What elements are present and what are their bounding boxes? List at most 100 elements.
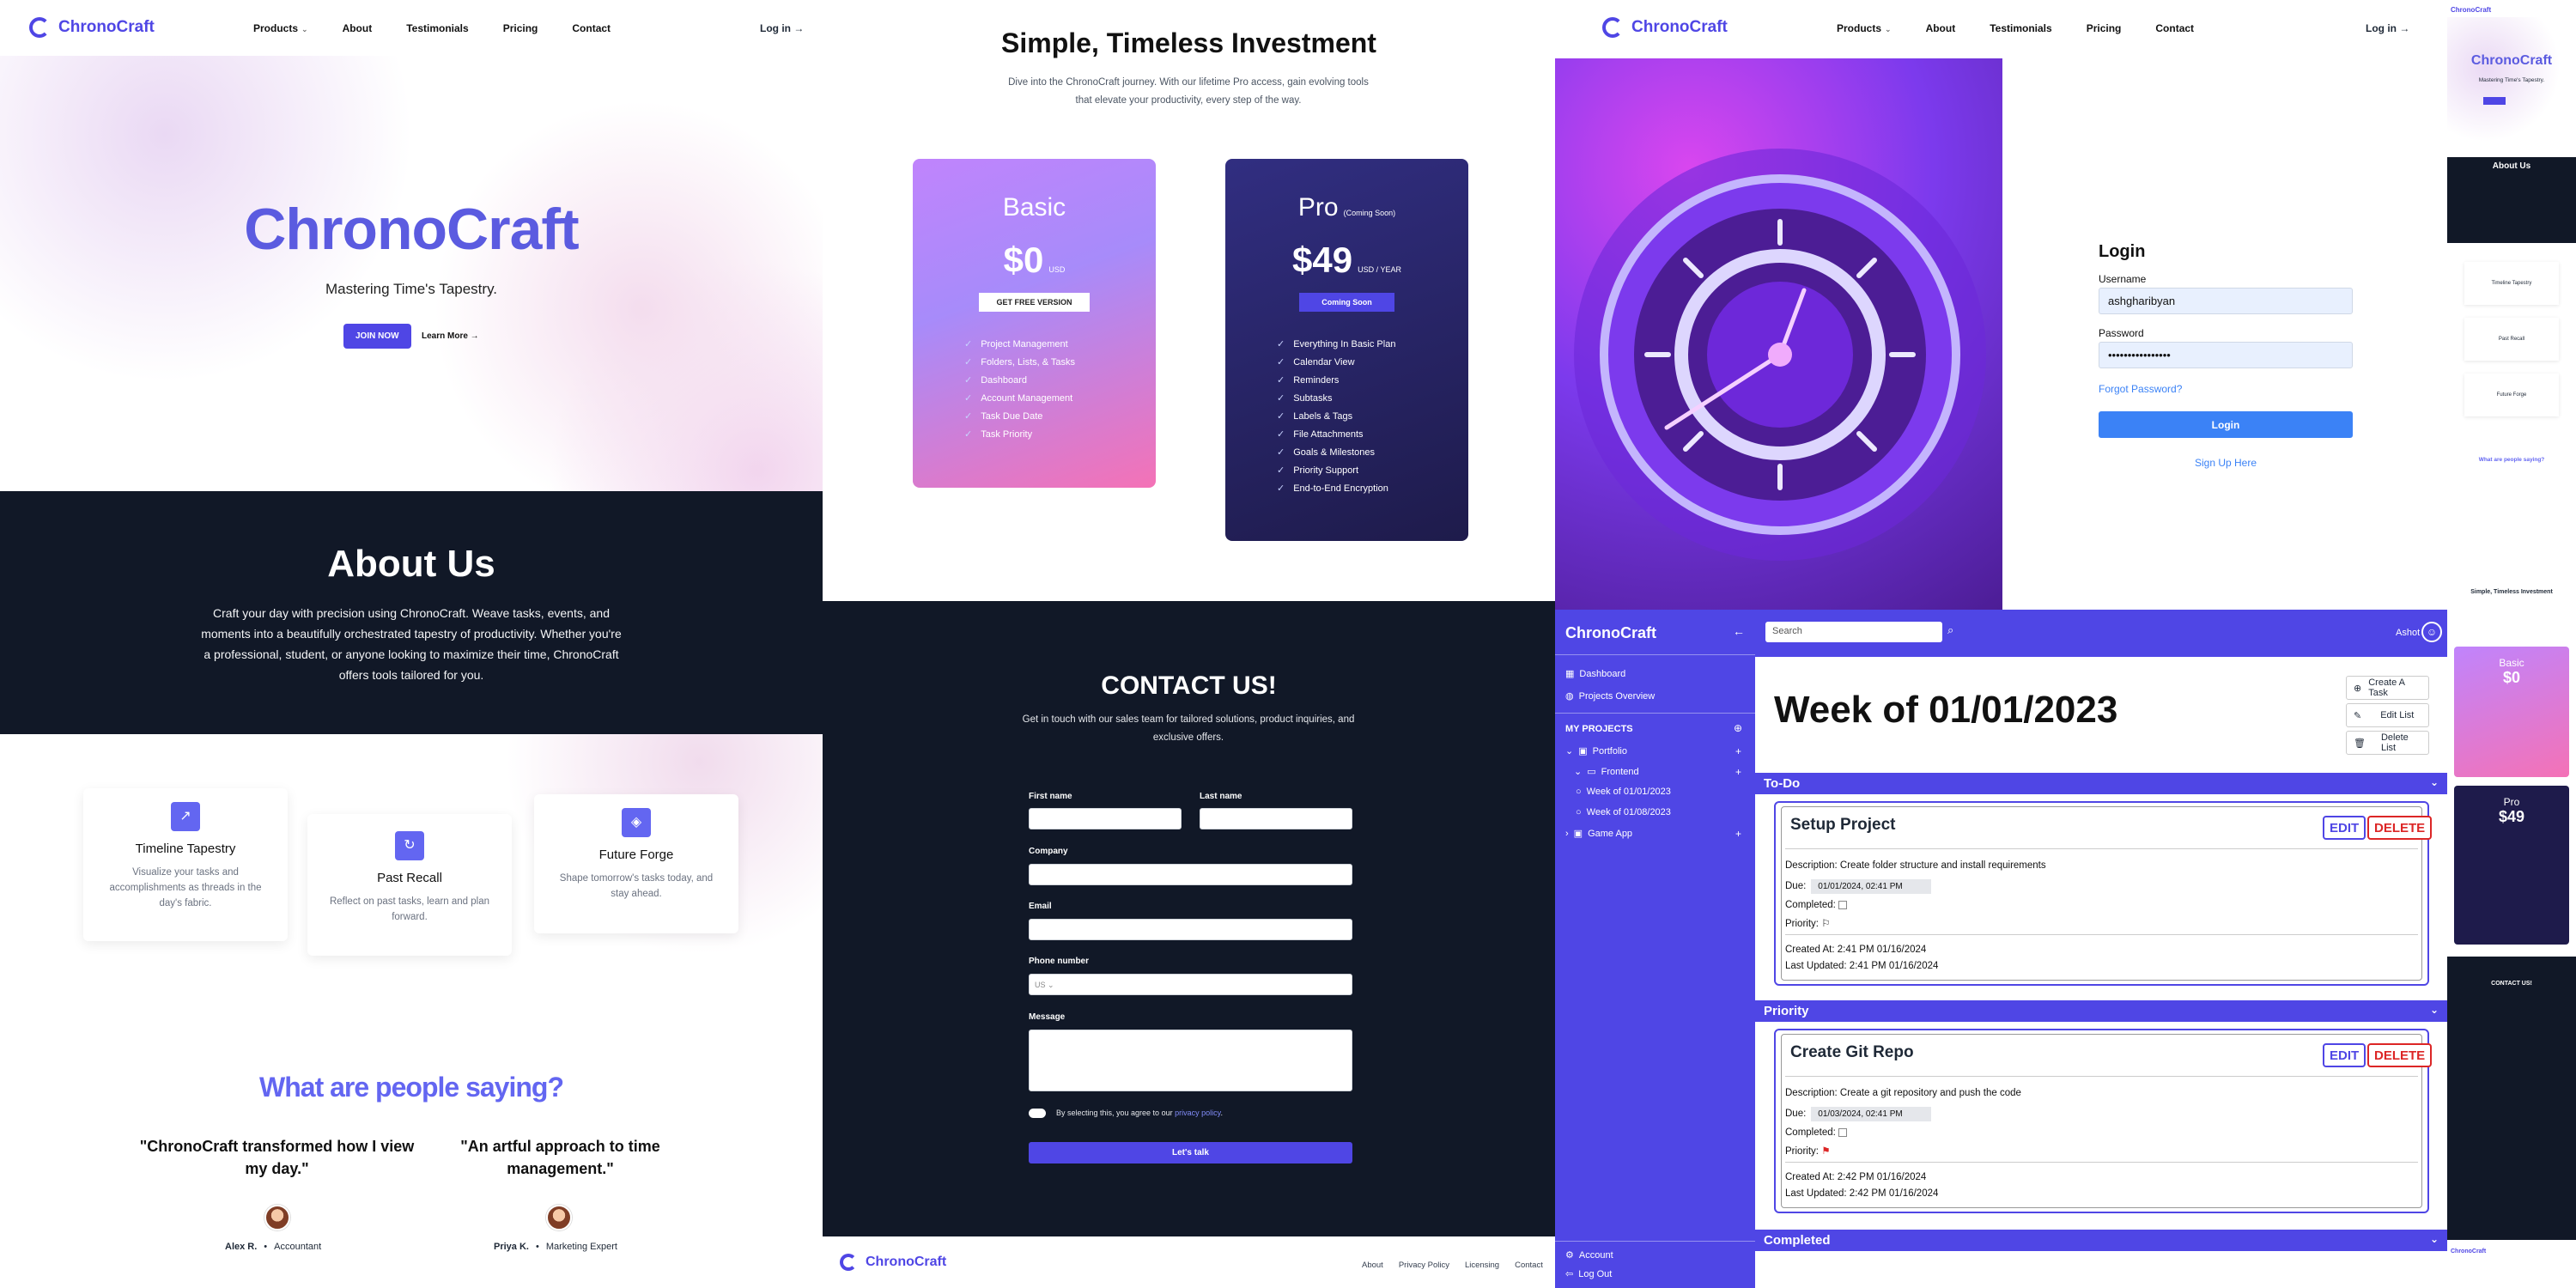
divider (1785, 1162, 2418, 1163)
nav-about[interactable]: About (343, 22, 373, 34)
feature-card: ◈ Future Forge Shape tomorrow's tasks to… (534, 794, 738, 933)
email-input[interactable] (1029, 919, 1352, 940)
task-due: Due: 01/03/2024, 02:41 PM (1785, 1107, 1932, 1121)
search-placeholder: Search (1772, 626, 1802, 636)
completed-label: Completed: (1785, 900, 1836, 910)
collapse-sidebar-icon[interactable]: ← (1733, 624, 1745, 638)
pricing-title: Simple, Timeless Investment (1001, 27, 1376, 58)
password-input[interactable]: •••••••••••••••• (2099, 342, 2353, 368)
brand-logo[interactable]: ChronoCraft (1602, 17, 1728, 38)
sidebar-item-dashboard[interactable]: ▦ Dashboard (1565, 668, 1625, 680)
login-button[interactable]: Login (2099, 411, 2353, 438)
sidebar-item-projects[interactable]: ◍ Projects Overview (1565, 690, 1655, 702)
testimonial-author: Alex R. • Accountant (225, 1242, 321, 1252)
nav-contact[interactable]: Contact (2155, 22, 2194, 34)
flag-icon[interactable]: ⚑ (1821, 1146, 1830, 1157)
nav-testimonials[interactable]: Testimonials (1990, 22, 2051, 34)
add-icon: ⊕ (2354, 683, 2362, 694)
email-label: Email (1029, 902, 1052, 911)
sidebar-item-account[interactable]: ⚙ Account (1565, 1249, 1613, 1261)
search-icon[interactable]: ⌕ (1947, 623, 1953, 637)
edit-task-button[interactable]: EDIT (2323, 1043, 2366, 1067)
signup-link[interactable]: Sign Up Here (2099, 457, 2353, 469)
edit-task-button[interactable]: EDIT (2323, 816, 2366, 840)
mobile-brand[interactable]: ChronoCraft (2451, 6, 2491, 14)
add-project-icon[interactable]: ⊕ (1734, 722, 1742, 734)
nav-pricing[interactable]: Pricing (2087, 22, 2122, 34)
plan-name-text: Pro (1297, 193, 1339, 222)
submit-button[interactable]: Let's talk (1029, 1142, 1352, 1163)
coming-soon-button[interactable]: Coming Soon (1299, 293, 1394, 312)
section-completed[interactable]: Completed ⌄ (1755, 1230, 2447, 1251)
get-free-button[interactable]: GET FREE VERSION (979, 293, 1090, 312)
brand-logo[interactable]: ChronoCraft (29, 17, 155, 38)
sidebar-item-portfolio[interactable]: ⌄ ▣ Portfolio (1565, 745, 1627, 757)
country-select[interactable]: US (1035, 981, 1046, 989)
delete-task-button[interactable]: DELETE (2367, 816, 2433, 840)
login-panel: ChronoCraft Products ⌄ About Testimonials… (1555, 0, 2447, 610)
learn-more-link[interactable]: Learn More → (422, 331, 479, 341)
sidebar-item-game[interactable]: › ▣ Game App (1565, 828, 1632, 840)
edit-list-button[interactable]: ✎ Edit List (2346, 703, 2429, 727)
mobile-join-button[interactable] (2483, 97, 2506, 105)
logout-icon: ⇦ (1565, 1269, 1574, 1279)
join-now-button[interactable]: JOIN NOW (343, 324, 411, 349)
due-date-input[interactable]: 01/01/2024, 02:41 PM (1811, 879, 1932, 894)
logo-icon (840, 1254, 857, 1271)
task-title: Setup Project (1790, 816, 1896, 834)
mobile-footer-brand[interactable]: ChronoCraft (2451, 1249, 2486, 1255)
nav-products[interactable]: Products ⌄ (253, 22, 308, 34)
sidebar-item-logout[interactable]: ⇦ Log Out (1565, 1268, 1612, 1280)
privacy-toggle[interactable] (1029, 1109, 1046, 1118)
feature-item: File Attachments (1277, 426, 1417, 444)
search-input[interactable]: Search (1765, 622, 1942, 642)
footer-contact[interactable]: Contact (1515, 1261, 1543, 1270)
footer-about[interactable]: About (1362, 1261, 1383, 1270)
mobile-hero-title: ChronoCraft (2470, 53, 2553, 68)
sidebar-item-week1[interactable]: ○ Week of 01/01/2023 (1576, 787, 1671, 797)
sidebar-item-frontend[interactable]: ⌄ ▭ Frontend (1574, 766, 1639, 778)
first-name-input[interactable] (1029, 808, 1182, 829)
due-label: Due: (1785, 881, 1807, 891)
nav-products[interactable]: Products ⌄ (1837, 22, 1892, 34)
phone-input[interactable]: US ⌄ (1029, 974, 1352, 995)
nav-pricing[interactable]: Pricing (503, 22, 538, 34)
nav-about[interactable]: About (1926, 22, 1956, 34)
feature-item: Goals & Milestones (1277, 444, 1417, 462)
last-name-input[interactable] (1200, 808, 1352, 829)
nav-contact[interactable]: Contact (572, 22, 611, 34)
login-link[interactable]: Log in → (2366, 22, 2409, 34)
privacy-link[interactable]: privacy policy (1175, 1109, 1220, 1117)
add-icon[interactable]: + (1735, 745, 1741, 757)
feature-item: Reminders (1277, 372, 1417, 390)
delete-task-button[interactable]: DELETE (2367, 1043, 2433, 1067)
due-date-input[interactable]: 01/03/2024, 02:41 PM (1811, 1107, 1932, 1121)
mobile-contact-title: CONTACT US! (2491, 981, 2532, 987)
task-description: Description: Create a git repository and… (1785, 1088, 2021, 1098)
company-input[interactable] (1029, 864, 1352, 885)
completed-checkbox[interactable] (1838, 1127, 1848, 1137)
footer-logo[interactable]: ChronoCraft (840, 1254, 946, 1271)
nav-testimonials[interactable]: Testimonials (406, 22, 468, 34)
sidebar-item-week2[interactable]: ○ Week of 01/08/2023 (1576, 807, 1671, 817)
mobile-preview: ChronoCraft ChronoCraft Mastering Time's… (2447, 0, 2576, 1288)
user-avatar-icon[interactable]: ☺ (2421, 622, 2442, 642)
add-icon[interactable]: + (1735, 828, 1741, 840)
login-link[interactable]: Log in → (760, 22, 804, 34)
forgot-password-link[interactable]: Forgot Password? (2099, 383, 2182, 395)
username-input[interactable]: ashgharibyan (2099, 288, 2353, 314)
section-priority[interactable]: Priority ⌄ (1755, 1000, 2447, 1022)
message-textarea[interactable] (1029, 1030, 1352, 1091)
footer-licensing[interactable]: Licensing (1465, 1261, 1499, 1270)
completed-checkbox[interactable] (1838, 900, 1848, 909)
add-icon[interactable]: + (1735, 766, 1741, 778)
page-title: Week of 01/01/2023 (1774, 689, 2118, 731)
logo-icon (1602, 17, 1623, 38)
create-task-button[interactable]: ⊕ Create A Task (2346, 676, 2429, 700)
section-todo[interactable]: To-Do ⌄ (1755, 773, 2447, 794)
delete-list-button[interactable]: 🗑 Delete List (2346, 731, 2429, 755)
flag-icon[interactable]: ⚐ (1821, 919, 1830, 929)
footer-privacy[interactable]: Privacy Policy (1399, 1261, 1449, 1270)
pricing-subtitle: Dive into the ChronoCraft journey. With … (1008, 77, 1369, 106)
author-name: Priya K. (494, 1242, 529, 1252)
